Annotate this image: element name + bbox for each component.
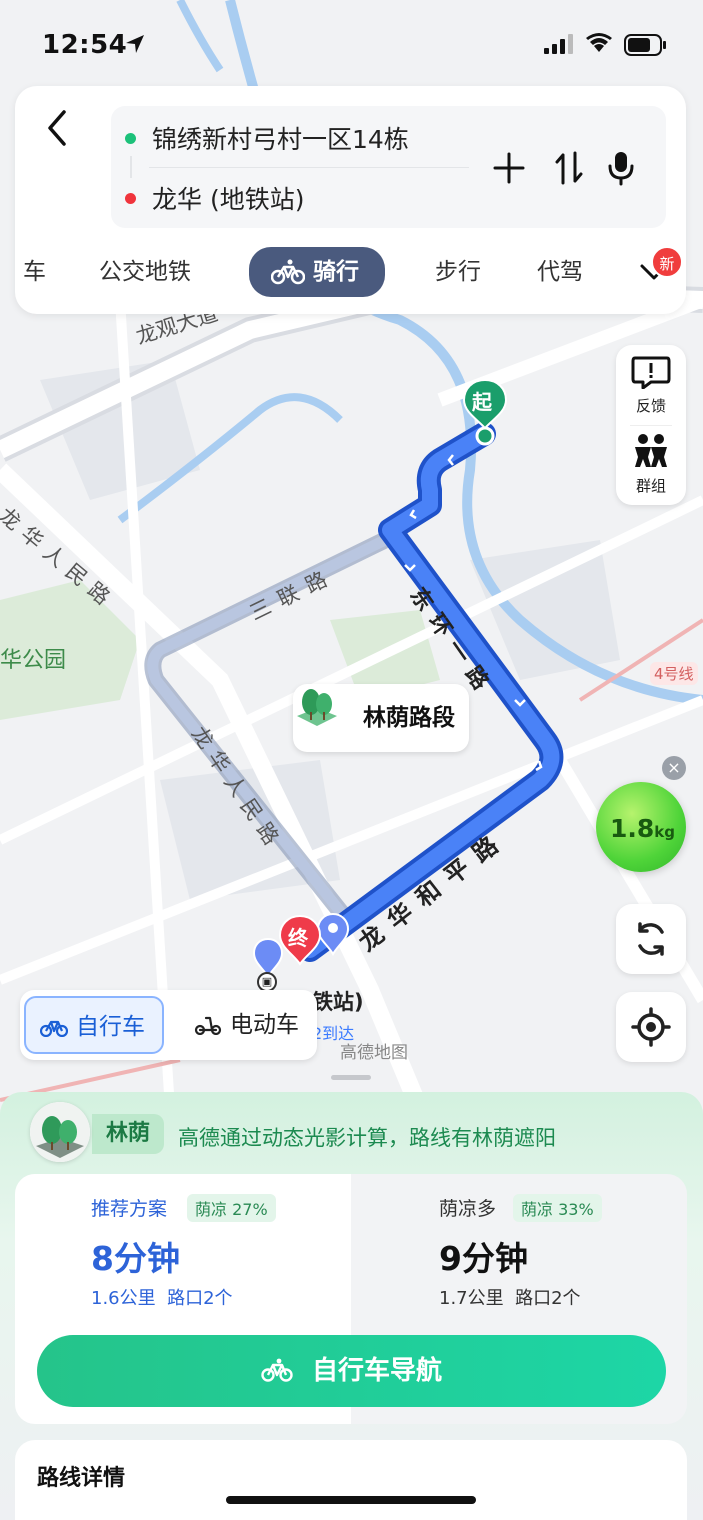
plan-shade-tag: 荫凉 27% — [187, 1194, 276, 1222]
route-connector — [130, 156, 132, 178]
feedback-label: 反馈 — [635, 397, 666, 415]
location-arrow-icon — [126, 35, 144, 53]
feedback-icon — [631, 356, 671, 390]
refresh-route-button[interactable] — [616, 904, 686, 974]
locate-me-button[interactable] — [616, 992, 686, 1062]
back-button[interactable] — [37, 104, 77, 152]
plan-meta: 1.7公里 路口2个 — [439, 1284, 581, 1310]
field-divider — [149, 167, 469, 168]
crosshair-icon — [631, 1007, 671, 1047]
carbon-reduction-badge[interactable]: 1.8kg — [596, 782, 686, 872]
home-indicator[interactable] — [226, 1496, 476, 1504]
swap-route-button[interactable] — [549, 148, 589, 188]
group-label: 群组 — [635, 477, 666, 495]
status-bar: 12:54 — [0, 0, 703, 88]
tree-icon — [297, 689, 337, 726]
bicycle-icon — [40, 1020, 68, 1037]
side-divider — [630, 425, 672, 426]
destination-text: 龙华 (地铁站) — [152, 185, 305, 214]
route-search-card: 锦绣新村弓村一区14栋 龙华 (地铁站) 车 公交地铁 骑行 步行 代驾 新 — [15, 86, 686, 314]
plan-name: 荫凉多 — [439, 1198, 497, 1220]
chevron-left-icon — [48, 110, 66, 146]
ebike-option[interactable]: 电动车 — [180, 996, 315, 1054]
map-watermark: 高德地图 — [340, 1043, 408, 1063]
plan-distance: 1.7公里 — [439, 1288, 504, 1309]
shade-description: 高德通过动态光影计算，路线有林荫遮阳 — [178, 1126, 556, 1150]
start-navigation-button[interactable]: 自行车导航 — [37, 1335, 666, 1407]
refresh-icon — [638, 922, 664, 956]
start-pin-label: 起 — [472, 390, 492, 414]
cellular-signal-icon — [544, 34, 573, 54]
route-input-box: 锦绣新村弓村一区14栋 龙华 (地铁站) — [111, 106, 666, 228]
transport-mode-tabs: 车 公交地铁 骑行 步行 代驾 — [15, 244, 686, 300]
battery-icon — [624, 34, 666, 56]
wifi-icon — [586, 33, 612, 52]
map-tools-panel: 反馈 群组 — [616, 345, 686, 505]
plan-time: 9分钟 — [439, 1239, 528, 1278]
destination-dot-icon — [125, 192, 136, 204]
shade-segment-text: 林荫路段 — [363, 705, 455, 731]
status-time: 12:54 — [42, 30, 128, 60]
tab-cycling[interactable]: 骑行 — [249, 247, 385, 297]
plan-name: 推荐方案 — [91, 1198, 168, 1220]
route-bottom-sheet: 林荫 高德通过动态光影计算，路线有林荫遮阳 推荐方案 荫凉 27% 8分钟 1.… — [0, 1092, 703, 1520]
new-badge: 新 — [651, 246, 683, 278]
navigation-label: 自行车导航 — [312, 1356, 443, 1386]
swap-icon — [555, 151, 583, 185]
ebike-label: 电动车 — [230, 1012, 299, 1038]
plan-crossings: 路口2个 — [515, 1288, 581, 1309]
plus-icon — [493, 152, 525, 184]
metro-line-label: 4号线 — [650, 662, 698, 685]
tab-chauffeur[interactable]: 代驾 — [537, 252, 583, 292]
vehicle-type-toggle: 自行车 电动车 — [20, 990, 317, 1060]
plan-meta: 1.6公里 路口2个 — [91, 1284, 233, 1310]
bicycle-icon — [271, 259, 305, 285]
microphone-icon — [608, 152, 634, 186]
shade-segment-label[interactable]: 林荫路段 — [293, 684, 469, 752]
shade-trees-icon — [30, 1102, 90, 1162]
tab-walking[interactable]: 步行 — [435, 252, 481, 292]
carbon-unit: kg — [654, 823, 676, 841]
origin-text: 锦绣新村弓村一区14栋 — [152, 125, 409, 154]
group-people-icon — [635, 434, 667, 467]
carbon-value: 1.8 — [610, 814, 655, 843]
sheet-drag-handle[interactable] — [331, 1075, 371, 1080]
tab-car[interactable]: 车 — [23, 252, 46, 292]
plan-distance: 1.6公里 — [91, 1288, 156, 1309]
tab-transit[interactable]: 公交地铁 — [99, 252, 191, 292]
group-button[interactable]: 群组 — [616, 433, 686, 496]
station-label: 铁站) — [312, 990, 364, 1014]
bicycle-option[interactable]: 自行车 — [24, 996, 164, 1054]
shade-tag: 林荫 — [92, 1114, 165, 1154]
bicycle-label: 自行车 — [76, 1014, 145, 1040]
origin-dot-icon — [125, 132, 136, 144]
scooter-icon — [194, 1016, 222, 1035]
tab-cycling-label: 骑行 — [313, 259, 359, 285]
end-pin-label: 终 — [288, 926, 308, 950]
destination-field[interactable]: 龙华 (地铁站) — [125, 180, 304, 216]
origin-field[interactable]: 锦绣新村弓村一区14栋 — [125, 120, 409, 156]
plan-shade-tag: 荫凉 33% — [513, 1194, 602, 1222]
park-label: 华公园 — [0, 648, 67, 673]
carbon-value-wrap: 1.8kg — [610, 814, 675, 843]
metro-station-icon: ▣ — [257, 972, 277, 992]
route-details-card[interactable]: 路线详情 — [15, 1440, 687, 1520]
add-waypoint-button[interactable] — [489, 148, 529, 188]
close-carbon-button[interactable]: × — [662, 756, 686, 780]
bicycle-icon — [261, 1358, 293, 1382]
route-details-title: 路线详情 — [37, 1466, 126, 1491]
plan-crossings: 路口2个 — [167, 1288, 233, 1309]
plan-time: 8分钟 — [91, 1239, 180, 1278]
voice-input-button[interactable] — [601, 148, 641, 188]
feedback-button[interactable]: 反馈 — [616, 355, 686, 416]
